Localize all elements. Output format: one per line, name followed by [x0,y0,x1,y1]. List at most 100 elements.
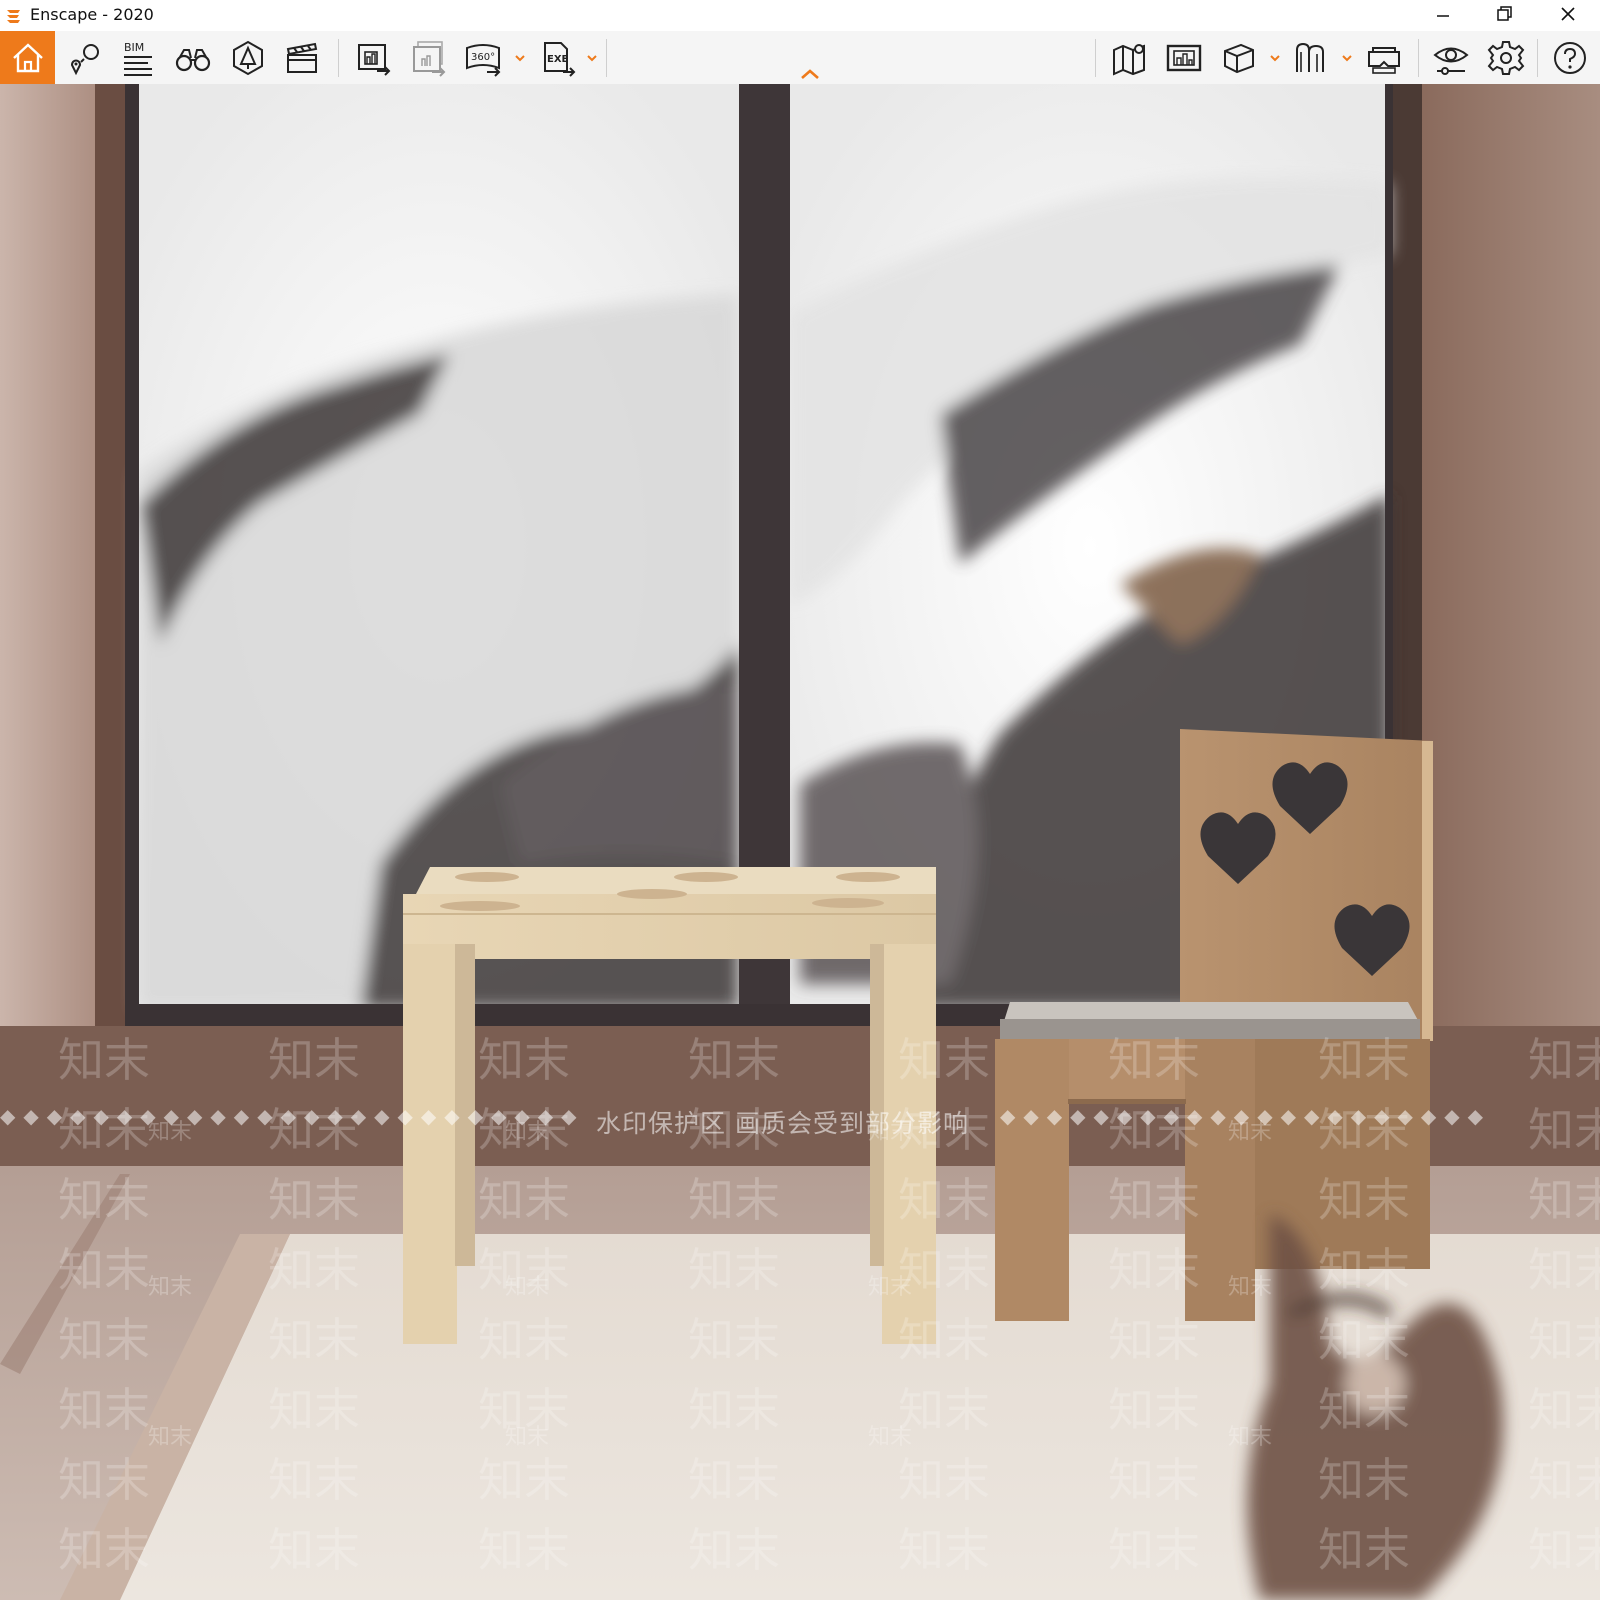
watermark-text: 知末 [1318,1173,1410,1227]
rendered-scene-image [0,84,1600,1600]
watermark-text-small: 知末 [505,1120,550,1145]
watermark-text: 知末 [1108,1453,1200,1507]
toolbar-separator [1537,39,1538,77]
watermark-text: 知末 [268,1103,360,1157]
batch-render-button[interactable] [401,31,455,84]
bim-button[interactable]: BIM [111,31,165,84]
minimize-button[interactable] [1420,0,1466,31]
watermark-text: 知末 [1318,1313,1410,1367]
material-dropdown-chevron-icon[interactable] [1340,51,1354,65]
watermark-text: 知末 [58,1383,150,1437]
watermark-text: 知末 [1318,1243,1410,1297]
watermark-text-small: 知末 [868,1275,913,1300]
watermark-text: 知末 [1528,1243,1600,1297]
object-cube-button[interactable] [1212,31,1266,84]
watermark-text: 知末 [1318,1103,1410,1157]
video-editor-button[interactable] [275,31,329,84]
batch-render-icon [413,40,446,77]
export-exe-icon: EXE [544,41,576,77]
watermark-text: 知末 [268,1313,360,1367]
close-button[interactable] [1545,0,1591,31]
watermark-text: 知末 [1528,1033,1600,1087]
panorama-360-icon: 360° [466,43,501,77]
visual-settings-icon [1433,47,1469,75]
render-gallery-button[interactable] [1157,31,1211,84]
watermark-text-small: 知末 [868,1120,913,1145]
watermark-text: 知末 [58,1103,150,1157]
enscape-logo-icon [7,10,20,23]
toolbar-separator [1095,39,1096,77]
watermark-text: 知末 [688,1173,780,1227]
exe-label: EXE [547,54,569,65]
render-screenshot-button[interactable] [346,31,400,84]
watermark-text: 知末 [1528,1523,1600,1577]
bim-icon: BIM [124,41,152,76]
watermark-text: 知末 [58,1523,150,1577]
watermark-text: 知末 [1108,1103,1200,1157]
settings-gear-button[interactable] [1479,31,1533,84]
watermark-text: 知末 [1108,1313,1200,1367]
visual-settings-button[interactable] [1424,31,1478,84]
watermark-text: 知末 [1108,1173,1200,1227]
watermark-text-small: 知末 [1228,1275,1273,1300]
binoculars-button[interactable] [166,31,220,84]
map-button[interactable] [1102,31,1156,84]
map-icon [1113,43,1145,76]
export-exe-button[interactable]: EXE [530,31,584,84]
window-title: Enscape - 2020 [30,5,154,24]
binoculars-icon [175,48,211,71]
material-editor-button[interactable] [1284,31,1338,84]
render-screenshot-icon [358,43,391,76]
watermark-text: 知末 [478,1033,570,1087]
watermark-text: 知末 [478,1453,570,1507]
asset-library-button[interactable] [221,31,275,84]
watermark-text: 知末 [1108,1033,1200,1087]
title-bar: Enscape - 2020 [0,0,1600,31]
watermark-text: 知末 [268,1523,360,1577]
asset-library-icon [233,40,263,75]
watermark-text: 知末 [1528,1173,1600,1227]
collapse-toolbar-chevron-up-icon[interactable] [797,66,823,82]
bookmark-views-button[interactable] [57,31,111,84]
panorama-dropdown-chevron-icon[interactable] [513,51,527,65]
watermark-text: 知末 [688,1453,780,1507]
watermark-text: 知末 [898,1173,990,1227]
watermark-text: 知末 [1108,1243,1200,1297]
watermark-text: 知末 [688,1243,780,1297]
render-viewport[interactable]: ◆◆◆◆◆◆◆◆◆◆◆◆◆◆◆◆◆◆◆◆◆◆◆◆◆ ◆◆◆◆◆◆◆◆◆◆◆◆◆◆… [0,84,1600,1600]
help-button[interactable] [1543,31,1597,84]
watermark-text: 知末 [1528,1313,1600,1367]
restore-button[interactable] [1481,0,1527,31]
watermark-text: 知末 [478,1313,570,1367]
restore-icon [1497,6,1512,21]
bim-label: BIM [124,41,144,54]
watermark-text: 知末 [58,1453,150,1507]
toolbar-separator [606,39,607,77]
panorama-360-button[interactable]: 360° [456,31,510,84]
home-icon [12,42,43,72]
watermark-text-small: 知末 [148,1120,193,1145]
watermark-text-small: 知末 [1228,1425,1273,1450]
watermark-text: 知末 [898,1453,990,1507]
watermark-text: 知末 [898,1033,990,1087]
watermark-text: 知末 [1528,1383,1600,1437]
panorama-label: 360° [471,52,495,63]
watermark-text: 知末 [1318,1523,1410,1577]
watermark-text: 知末 [1318,1453,1410,1507]
watermark-text: 知末 [898,1313,990,1367]
watermark-text: 知末 [58,1313,150,1367]
object-cube-icon [1224,43,1254,73]
export-dropdown-chevron-icon[interactable] [585,51,599,65]
watermark-text: 知末 [1318,1033,1410,1087]
watermark-text: 知末 [688,1383,780,1437]
render-gallery-icon [1166,44,1202,71]
watermark-text: 知末 [268,1033,360,1087]
vr-headset-button[interactable] [1357,31,1411,84]
watermark-text: 知末 [58,1173,150,1227]
watermark-text: 知末 [268,1173,360,1227]
watermark-text: 知末 [688,1033,780,1087]
watermark-text: 知末 [58,1243,150,1297]
watermark-text: 知末 [898,1523,990,1577]
object-dropdown-chevron-icon[interactable] [1268,51,1282,65]
home-button[interactable] [0,31,55,84]
